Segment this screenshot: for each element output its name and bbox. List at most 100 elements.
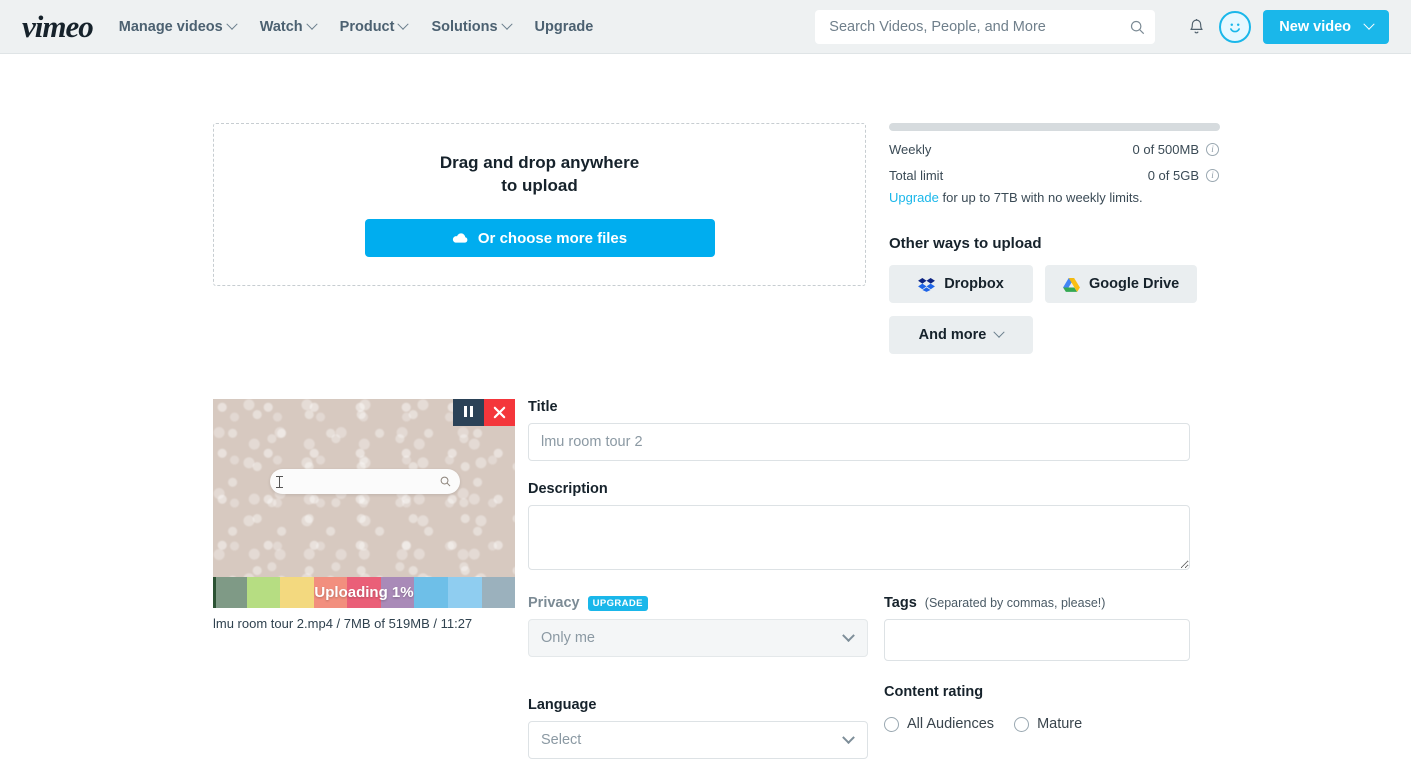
quota-label: Total limit — [889, 168, 944, 183]
info-icon[interactable]: i — [1206, 169, 1219, 182]
top-navigation-bar: vimeo Manage videos Watch Product Soluti… — [0, 0, 1411, 54]
radio-all-audiences[interactable]: All Audiences — [884, 716, 994, 732]
chevron-down-icon — [226, 18, 238, 30]
tags-field: Tags (Separated by commas, please!) — [884, 595, 1190, 661]
info-icon[interactable]: i — [1206, 143, 1219, 156]
privacy-label: Privacy — [528, 595, 580, 611]
header-actions: New video — [815, 0, 1389, 54]
description-label: Description — [528, 481, 608, 497]
quota-note-text: for up to 7TB with no weekly limits. — [938, 190, 1143, 205]
nav-item-solutions[interactable]: Solutions — [431, 18, 513, 35]
user-avatar-smiley-icon — [1230, 23, 1241, 33]
content-rating-label: Content rating — [884, 684, 984, 700]
chevron-down-icon — [306, 18, 318, 30]
google-drive-upload-button[interactable]: Google Drive — [1045, 265, 1198, 303]
nav-item-manage-videos[interactable]: Manage videos — [118, 18, 238, 35]
text-cursor-icon — [276, 475, 283, 488]
tags-label: Tags — [884, 595, 917, 611]
privacy-selected-value: Only me — [541, 630, 595, 646]
radio-circle-icon — [1014, 716, 1030, 732]
nav-label: Upgrade — [534, 18, 594, 35]
chevron-down-icon — [397, 18, 410, 30]
new-video-button[interactable]: New video — [1263, 10, 1389, 44]
quota-row-weekly: Weekly 0 of 500MB i — [889, 142, 1219, 157]
privacy-label-group: Privacy UPGRADE — [528, 595, 868, 611]
tags-input[interactable] — [884, 619, 1190, 661]
content-rating-field: Content rating All Audiences Mature — [884, 675, 1190, 732]
nav-item-product[interactable]: Product — [339, 18, 410, 35]
dropbox-icon — [918, 277, 936, 292]
dropzone-title: Drag and drop anywhere to upload — [439, 152, 640, 195]
upload-item: Uploading 1% lmu room tour 2.mp4 / 7MB o… — [213, 399, 515, 631]
cloud-upload-icon — [452, 232, 468, 243]
dropbox-upload-button[interactable]: Dropbox — [889, 265, 1033, 303]
privacy-field: Privacy UPGRADE Only me — [528, 595, 868, 661]
nav-item-upgrade[interactable]: Upgrade — [535, 19, 594, 35]
and-more-label: And more — [918, 327, 987, 343]
upgrade-link[interactable]: Upgrade — [889, 190, 939, 205]
content-rating-options: All Audiences Mature — [884, 716, 1190, 732]
and-more-button[interactable]: And more — [889, 316, 1033, 354]
google-drive-label: Google Drive — [1089, 276, 1180, 292]
avatar[interactable] — [1219, 11, 1252, 43]
chevron-down-icon — [500, 18, 513, 30]
notifications-button[interactable] — [1177, 8, 1215, 46]
chevron-down-icon — [993, 326, 1005, 338]
search-box[interactable] — [815, 10, 1156, 44]
other-ways-title: Other ways to upload — [889, 235, 1042, 252]
privacy-select[interactable]: Only me — [528, 619, 868, 657]
nav-label: Solutions — [431, 18, 498, 35]
search-icon[interactable] — [1130, 20, 1145, 35]
language-field: Language Select — [528, 675, 868, 759]
pause-upload-button[interactable] — [453, 399, 484, 426]
chevron-down-icon — [1363, 18, 1375, 30]
upgrade-badge[interactable]: UPGRADE — [587, 595, 648, 611]
tags-hint: (Separated by commas, please!) — [924, 596, 1106, 610]
chevron-down-icon — [842, 628, 855, 642]
other-ways-row-2: And more — [889, 316, 1219, 354]
language-select[interactable]: Select — [528, 721, 868, 759]
upload-status-text: Uploading 1% — [314, 584, 414, 601]
pause-icon — [463, 404, 475, 422]
quota-row-total-limit: Total limit 0 of 5GB i — [889, 168, 1219, 183]
language-rating-row: Language Select Content rating All Audie… — [528, 675, 1190, 759]
vimeo-logo[interactable]: vimeo — [22, 11, 94, 42]
radio-label: All Audiences — [907, 716, 995, 732]
language-selected-value: Select — [541, 732, 582, 748]
search-icon — [440, 476, 451, 487]
chevron-down-icon — [842, 730, 855, 744]
choose-files-button[interactable]: Or choose more files — [364, 219, 715, 258]
quota-label: Weekly — [889, 142, 932, 157]
new-video-label: New video — [1279, 19, 1351, 35]
video-settings-form: Title Description Privacy UPGRADE Only m… — [528, 399, 1190, 759]
upload-quota-panel: Weekly 0 of 500MB i Total limit 0 of 5GB… — [889, 123, 1220, 354]
main-nav: Manage videos Watch Product Solutions Up… — [118, 18, 594, 35]
privacy-tags-row: Privacy UPGRADE Only me Tags (Separated … — [528, 595, 1190, 661]
upload-controls — [453, 399, 515, 426]
google-drive-icon — [1063, 277, 1080, 292]
cancel-upload-button[interactable] — [484, 399, 515, 426]
drag-drop-upload-zone[interactable]: Drag and drop anywhere to upload Or choo… — [213, 123, 866, 286]
quota-progress-bar — [889, 123, 1220, 131]
nav-label: Product — [339, 18, 395, 35]
quota-upgrade-note: Upgrade for up to 7TB with no weekly lim… — [889, 190, 1219, 205]
close-icon — [493, 406, 506, 419]
choose-files-label: Or choose more files — [477, 229, 628, 247]
nav-label: Manage videos — [118, 18, 223, 35]
bell-icon — [1190, 18, 1203, 33]
nav-item-watch[interactable]: Watch — [259, 18, 318, 35]
tags-label-group: Tags (Separated by commas, please!) — [884, 595, 1190, 611]
quota-value: 0 of 5GB — [1147, 168, 1199, 183]
radio-label: Mature — [1037, 716, 1083, 732]
title-label: Title — [528, 399, 558, 415]
title-input[interactable] — [528, 423, 1190, 461]
nav-label: Watch — [259, 18, 303, 35]
radio-mature[interactable]: Mature — [1014, 716, 1082, 732]
language-label: Language — [528, 697, 597, 713]
radio-circle-icon — [884, 716, 899, 732]
dropbox-label: Dropbox — [944, 276, 1004, 292]
video-thumbnail[interactable]: Uploading 1% — [213, 399, 515, 608]
thumbnail-inner-search-box — [270, 469, 460, 494]
search-input[interactable] — [829, 19, 1131, 35]
description-textarea[interactable] — [528, 505, 1190, 570]
